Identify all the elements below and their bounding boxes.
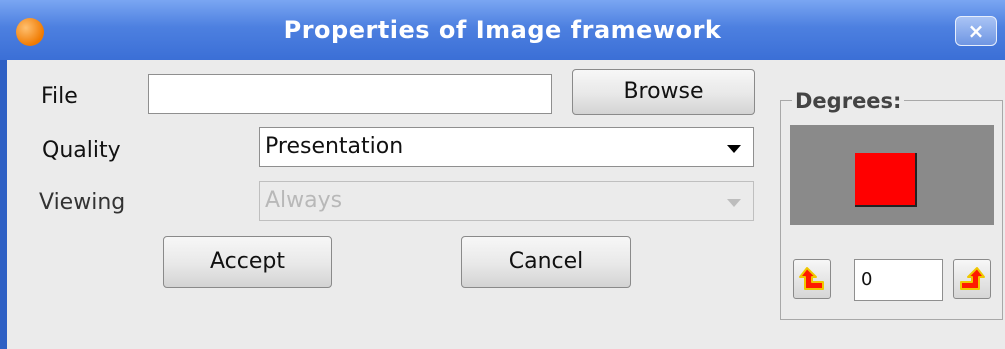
viewing-selected-value: Always	[265, 188, 343, 213]
file-label: File	[41, 84, 78, 109]
rotate-right-arrow-icon	[960, 267, 985, 290]
close-icon: ×	[967, 19, 985, 43]
preview-shape	[855, 153, 917, 207]
degrees-legend: Degrees:	[792, 89, 905, 113]
file-path-input[interactable]	[148, 74, 552, 114]
properties-dialog: Properties of Image framework × File Bro…	[0, 0, 1005, 349]
degrees-panel: Degrees: 0	[780, 89, 1003, 320]
close-button[interactable]: ×	[955, 16, 997, 46]
chevron-down-icon[interactable]	[727, 145, 741, 153]
degrees-input[interactable]: 0	[854, 259, 943, 301]
rotate-left-button[interactable]	[793, 259, 831, 299]
accept-button[interactable]: Accept	[163, 236, 332, 288]
window-title: Properties of Image framework	[283, 16, 722, 44]
browse-button[interactable]: Browse	[572, 69, 755, 115]
viewing-label: Viewing	[39, 190, 126, 215]
rotation-preview	[790, 125, 994, 225]
cancel-button[interactable]: Cancel	[461, 236, 631, 288]
rotate-left-arrow-icon	[799, 267, 824, 290]
quality-select[interactable]: Presentation	[259, 127, 754, 167]
viewing-select: Always	[259, 181, 754, 221]
rotate-right-button[interactable]	[953, 259, 991, 299]
chevron-down-icon	[727, 199, 741, 207]
quality-label: Quality	[42, 138, 121, 163]
title-bar[interactable]: Properties of Image framework ×	[0, 0, 1005, 60]
quality-selected-value: Presentation	[265, 134, 404, 159]
